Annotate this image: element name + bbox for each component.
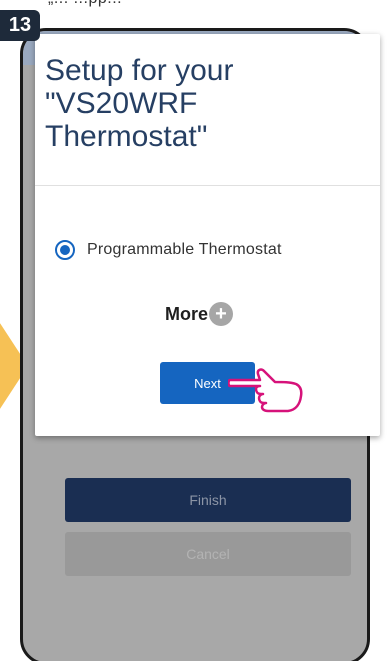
finish-button[interactable]: Finish — [65, 478, 351, 522]
top-caption: „... ...pp... — [48, 0, 122, 8]
dialog-title: Setup for your "VS20WRF Thermostat" — [45, 54, 234, 153]
programmable-thermostat-option[interactable]: Programmable Thermostat — [55, 240, 282, 260]
more-toggle[interactable]: More + — [165, 302, 234, 326]
radio-dot — [60, 245, 70, 255]
setup-dialog: Setup for your "VS20WRF Thermostat" Prog… — [35, 34, 380, 436]
dialog-divider — [35, 185, 380, 186]
radio-selected-icon[interactable] — [55, 240, 75, 260]
screenshot-stage: „... ...pp... Finish Cancel 13 Setup for… — [0, 0, 388, 661]
plus-circle-icon[interactable]: + — [209, 302, 234, 326]
more-label: More — [165, 303, 209, 324]
pointing-hand-icon — [228, 368, 303, 413]
radio-option-label: Programmable Thermostat — [87, 241, 282, 258]
cancel-button[interactable]: Cancel — [65, 532, 351, 576]
step-number-badge: 13 — [0, 10, 40, 41]
